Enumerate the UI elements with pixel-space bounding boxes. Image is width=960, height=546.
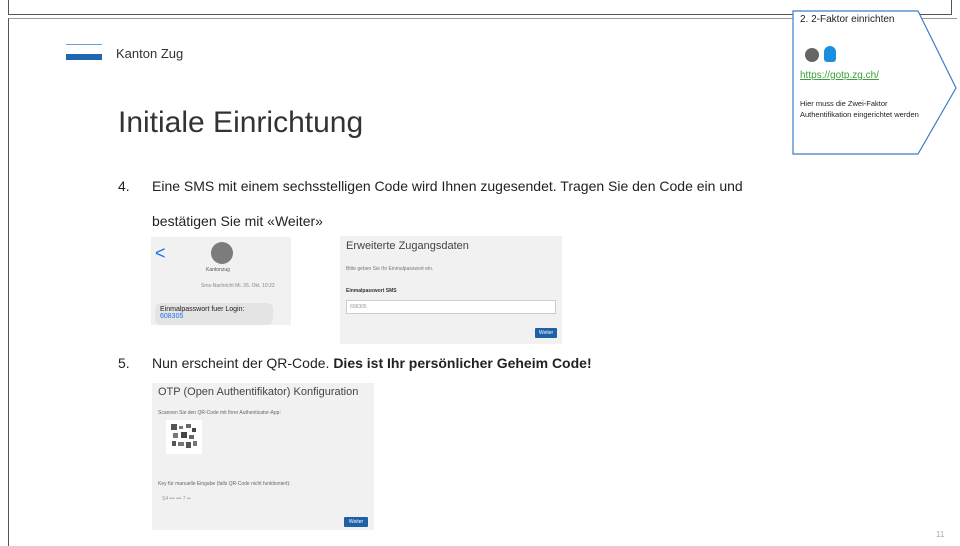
callout-box xyxy=(790,8,960,158)
sms-screenshot: < Kantonzug Sms-Nachricht Mi. 26. Okt. 1… xyxy=(151,237,291,325)
logo-bar xyxy=(66,54,102,60)
page-number: 11 xyxy=(936,530,945,539)
sms-text: Einmalpasswort fuer Login: xyxy=(160,306,245,313)
otp-entry-form: Erweiterte Zugangsdaten Bitte geben Sie … xyxy=(340,236,562,344)
back-icon: < xyxy=(155,243,166,263)
step-text-regular: Nun erscheint der QR-Code. xyxy=(152,355,330,371)
otp-config-form: OTP (Open Authentifikator) Konfiguration… xyxy=(152,383,374,530)
lock-icon xyxy=(824,46,836,62)
step-number: 5. xyxy=(118,355,130,371)
brand-name: Kanton Zug xyxy=(116,46,184,61)
avatar xyxy=(211,242,233,264)
otp-input[interactable]: 608305 xyxy=(346,300,556,314)
form-title: OTP (Open Authentifikator) Konfiguration xyxy=(158,386,359,398)
callout-shape xyxy=(792,10,957,155)
sms-sender: Kantonzug xyxy=(206,267,230,273)
step-number: 4. xyxy=(118,178,130,194)
logo-line xyxy=(66,44,102,45)
weiter-button[interactable]: Weiter xyxy=(535,328,557,338)
form-title: Erweiterte Zugangsdaten xyxy=(346,240,469,252)
qr-code-icon xyxy=(171,424,197,448)
step-text-cont: bestätigen Sie mit «Weiter» xyxy=(152,213,323,229)
callout-title: 2. 2-Faktor einrichten xyxy=(800,14,895,25)
step-text: Nun erscheint der QR-Code. Dies ist Ihr … xyxy=(152,355,592,371)
manual-key-value: S4 ••• ••• 7 •• xyxy=(162,496,191,502)
callout-note: Hier muss die Zwei-Faktor Authentifikati… xyxy=(800,99,919,119)
qr-code xyxy=(166,420,202,454)
step-text-bold: Dies ist Ihr persönlicher Geheim Code! xyxy=(333,355,592,371)
weiter-button[interactable]: Weiter xyxy=(344,517,368,527)
sms-message: Einmalpasswort fuer Login: 608305 xyxy=(155,303,273,325)
gotp-link[interactable]: https://gotp.zg.ch/ xyxy=(800,70,879,81)
page-title: Initiale Einrichtung xyxy=(118,106,364,139)
form-label: Einmalpasswort SMS xyxy=(346,288,397,294)
form-instruction: Scannen Sie den QR-Code mit Ihrer Authen… xyxy=(158,410,281,416)
app-icon xyxy=(805,48,819,62)
form-subtitle: Bitte geben Sie Ihr Einmalpasswort ein. xyxy=(346,266,434,272)
step-text: Eine SMS mit einem sechsstelligen Code w… xyxy=(152,178,743,194)
sms-date: Sms-Nachricht Mi. 26. Okt. 10:22 xyxy=(201,283,275,289)
manual-key-label: Key für manuelle Eingabe (falls QR-Code … xyxy=(158,481,291,487)
sms-code: 608305 xyxy=(160,313,184,320)
